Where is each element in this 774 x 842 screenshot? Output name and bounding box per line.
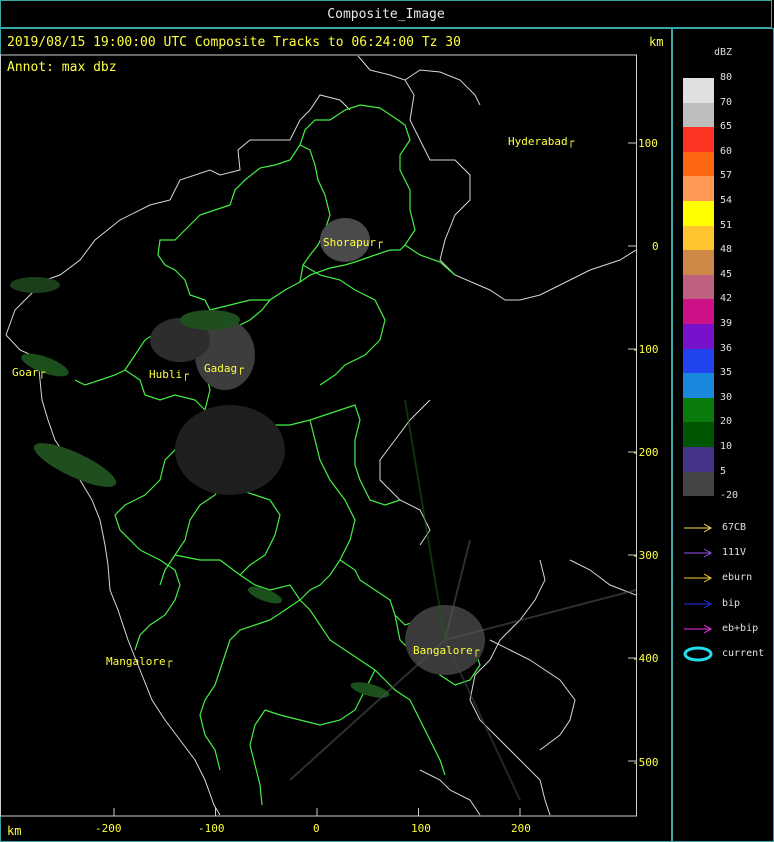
y-tick-label: -300 bbox=[632, 549, 659, 562]
dbz-label: 70 bbox=[720, 96, 733, 108]
echo-north-west bbox=[10, 277, 60, 293]
dbz-swatch bbox=[683, 250, 714, 275]
dbz-label: 39 bbox=[720, 318, 733, 329]
dbz-label: 57 bbox=[720, 170, 733, 182]
y-tick-label: 0 bbox=[652, 240, 659, 253]
radar-echoes bbox=[10, 218, 485, 698]
legend-title: dBZ bbox=[714, 47, 733, 58]
dbz-swatch bbox=[683, 299, 714, 324]
dbz-label: 60 bbox=[720, 145, 733, 157]
dbz-swatch bbox=[683, 78, 714, 103]
radar-map[interactable] bbox=[0, 28, 672, 842]
track-arrow-icon bbox=[684, 573, 713, 583]
dbz-swatch bbox=[683, 225, 714, 251]
x-tick-label: -200 bbox=[95, 822, 122, 835]
echo-north-green bbox=[180, 310, 240, 330]
city-label-hubli: Hubli┌ bbox=[149, 368, 189, 381]
window-title-bar: Composite_Image bbox=[0, 0, 772, 28]
city-label-shorapur: Shorapur┌ bbox=[323, 236, 383, 249]
x-tick-label: 0 bbox=[313, 822, 320, 835]
dbz-swatch bbox=[683, 471, 714, 497]
track-arrow-icon bbox=[684, 523, 713, 533]
dbz-swatch bbox=[683, 176, 714, 201]
dbz-swatch bbox=[683, 348, 714, 374]
track-arrow-icon bbox=[684, 624, 713, 634]
track-legend-label: eburn bbox=[722, 572, 753, 584]
x-tick-label: -100 bbox=[198, 822, 225, 835]
dbz-swatch bbox=[683, 397, 714, 423]
dbz-label: 20 bbox=[720, 416, 733, 428]
dbz-swatch bbox=[683, 324, 714, 349]
echo-west-coast bbox=[33, 443, 117, 487]
dbz-label: 80 bbox=[720, 72, 733, 83]
y-tick-label: 100 bbox=[638, 137, 658, 150]
dbz-label: 51 bbox=[720, 219, 733, 231]
dbz-label: 54 bbox=[720, 195, 733, 206]
dbz-label: 10 bbox=[720, 441, 733, 452]
dbz-swatch bbox=[683, 447, 714, 472]
city-label-gadag: Gadag┌ bbox=[204, 362, 244, 375]
track-legend-label: eb+bip bbox=[722, 622, 759, 634]
echo-mid-green bbox=[247, 586, 283, 604]
track-arrow-icon bbox=[684, 599, 713, 609]
dbz-label: -20 bbox=[720, 490, 739, 502]
dbz-swatch bbox=[683, 373, 714, 398]
dbz-label: 45 bbox=[720, 268, 733, 280]
city-label-mangalore: Mangalore┌ bbox=[106, 655, 173, 668]
track-legend-label: 111V bbox=[722, 547, 747, 559]
y-tick-label: -100 bbox=[632, 343, 659, 356]
radar-rays bbox=[289, 399, 637, 801]
dbz-swatch bbox=[683, 151, 714, 177]
dbz-swatch bbox=[683, 102, 714, 128]
dbz-swatch bbox=[683, 422, 714, 447]
dbz-label: 48 bbox=[720, 244, 733, 256]
y-tick-label: -500 bbox=[632, 756, 659, 769]
dbz-label: 36 bbox=[720, 342, 733, 354]
dbz-label: 65 bbox=[720, 121, 733, 133]
city-label-hyderabad: Hyderabad┌ bbox=[508, 135, 575, 148]
dbz-swatch bbox=[683, 274, 714, 300]
dbz-label: 42 bbox=[720, 293, 733, 305]
x-axis bbox=[113, 808, 521, 816]
dbz-label: 5 bbox=[720, 465, 727, 477]
track-legend-label: current bbox=[722, 648, 765, 659]
track-legend-label: bip bbox=[722, 597, 741, 609]
track-legend-label: 67CB bbox=[722, 522, 747, 533]
city-label-bangalore: Bangalore┌ bbox=[413, 644, 480, 657]
track-arrow-icon bbox=[684, 548, 713, 558]
y-tick-label: -200 bbox=[632, 446, 659, 459]
dbz-swatch bbox=[683, 201, 714, 226]
city-label-goar: Goar┌ bbox=[12, 366, 46, 379]
x-tick-label: 100 bbox=[411, 822, 431, 835]
echo-south-green bbox=[350, 682, 390, 698]
dbz-label: 35 bbox=[720, 367, 733, 379]
current-ring-icon bbox=[683, 646, 713, 662]
outer-boundaries bbox=[5, 55, 637, 816]
y-tick-label: -400 bbox=[632, 652, 659, 665]
x-tick-label: 200 bbox=[511, 822, 531, 835]
window-title: Composite_Image bbox=[327, 7, 445, 22]
dbz-swatch bbox=[683, 127, 714, 152]
dbz-label: 30 bbox=[720, 391, 733, 403]
echo-central bbox=[175, 405, 285, 495]
plot-border bbox=[0, 54, 637, 817]
